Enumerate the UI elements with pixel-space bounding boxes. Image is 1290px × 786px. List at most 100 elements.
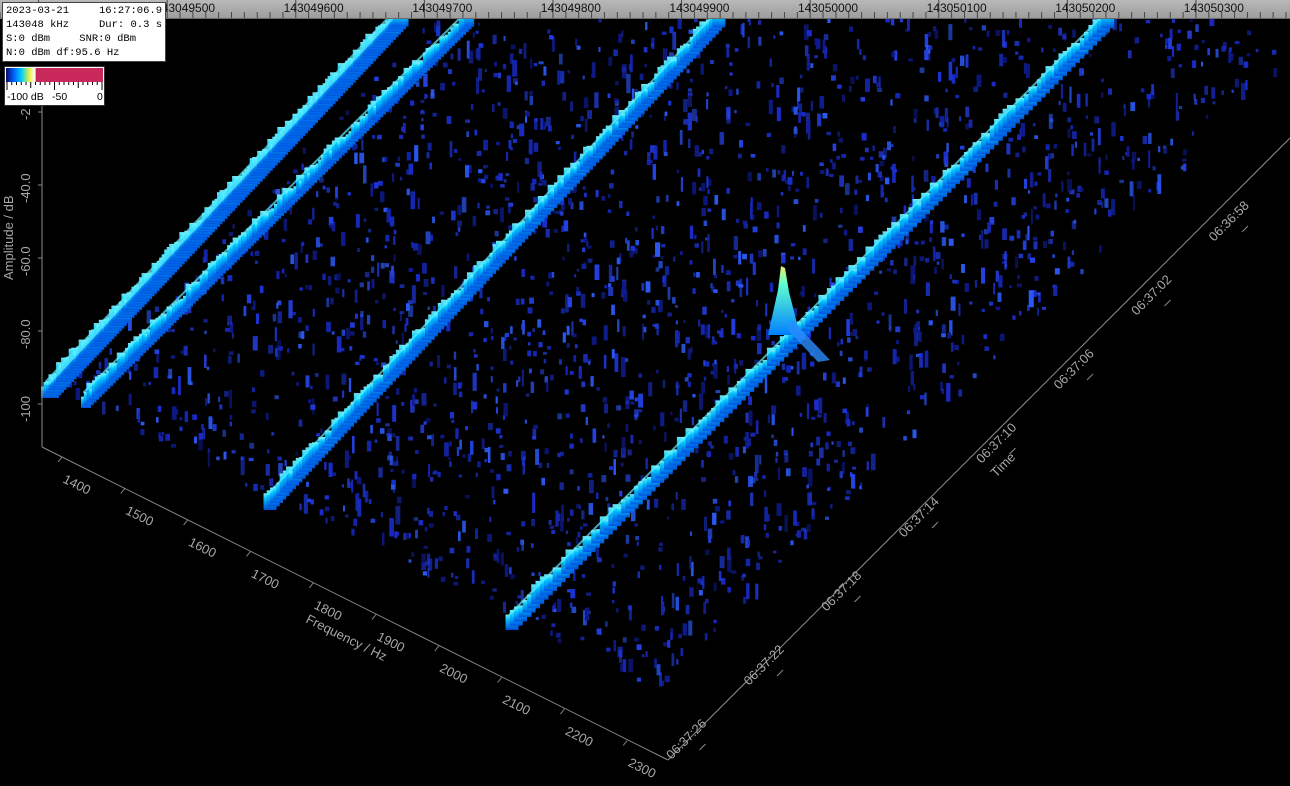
noise-spike <box>822 113 828 119</box>
time-tick-mark <box>1164 299 1171 307</box>
noise-spike <box>433 470 438 474</box>
noise-spike <box>326 297 330 308</box>
noise-spike <box>497 72 501 79</box>
noise-spike <box>634 637 639 642</box>
noise-spike <box>843 229 848 236</box>
noise-spike <box>817 397 823 414</box>
noise-spike <box>426 40 432 44</box>
noise-spike <box>837 131 841 137</box>
noise-spike <box>427 568 430 578</box>
waterfall-3d-view[interactable]: -2 -40.0 -60.0 -80.0 -100 1400 1500 1600 1700 18… <box>0 0 1290 781</box>
noise-spike <box>288 300 293 319</box>
noise-spike <box>634 414 638 421</box>
noise-spike <box>944 224 949 230</box>
noise-spike <box>503 179 507 183</box>
noise-spike <box>580 438 583 443</box>
noise-spike <box>449 441 452 447</box>
noise-spike <box>450 53 454 60</box>
noise-spike <box>538 342 543 348</box>
noise-spike <box>707 208 712 212</box>
noise-spike <box>1241 82 1246 100</box>
noise-spike <box>564 389 569 395</box>
noise-spike <box>719 131 725 145</box>
noise-spike <box>609 240 615 248</box>
noise-spike <box>877 87 882 92</box>
frequency-tick-label: 1400 <box>61 471 94 497</box>
noise-spike <box>801 285 805 298</box>
noise-spike <box>1176 43 1181 51</box>
waterfall-plot-canvas[interactable]: -2-40.0-60.0-80.0-100 140015001600170018… <box>0 0 1290 781</box>
noise-spike <box>1202 39 1205 44</box>
noise-spike <box>627 449 632 456</box>
noise-spike <box>704 516 707 532</box>
noise-spike <box>490 366 494 370</box>
noise-spike <box>469 297 473 302</box>
noise-spike <box>892 349 897 365</box>
noise-spike <box>198 433 203 440</box>
noise-spike <box>503 35 506 41</box>
noise-spike <box>519 123 525 137</box>
noise-spike <box>521 323 525 331</box>
noise-spike <box>266 412 269 420</box>
noise-spike <box>405 318 409 326</box>
noise-spike <box>446 116 452 124</box>
noise-spike <box>1171 46 1175 57</box>
noise-spike <box>347 279 351 283</box>
noise-spike <box>701 459 704 468</box>
noise-spike <box>364 490 369 503</box>
noise-spike <box>643 47 648 53</box>
noise-spike <box>319 177 324 183</box>
noise-spike <box>430 234 433 241</box>
noise-spike <box>525 111 530 117</box>
noise-spike <box>381 157 385 163</box>
noise-spike <box>743 223 748 229</box>
noise-spike <box>385 423 390 427</box>
time-tick-label: 06:37:26 <box>663 716 709 762</box>
noise-spike <box>449 547 455 554</box>
noise-spike <box>993 282 996 295</box>
frequency-ruler[interactable]: 143049500 143049600 143049700 143049800 1430… <box>0 0 1290 19</box>
noise-spike <box>542 330 546 336</box>
noise-spike <box>839 471 843 479</box>
noise-spike <box>1271 49 1277 55</box>
noise-spike <box>983 334 988 340</box>
time-tick-label: 06:37:02 <box>1128 272 1174 318</box>
noise-spike <box>663 152 668 157</box>
noise-spike <box>312 343 315 356</box>
noise-spike <box>415 529 418 539</box>
amplitude-tick-label: -40.0 <box>18 173 33 203</box>
noise-spike <box>1004 251 1007 270</box>
colorbar-legend[interactable]: -100 dB -50 0 <box>4 66 105 106</box>
noise-spike <box>299 287 303 291</box>
noise-spike <box>575 38 578 47</box>
noise-spike <box>408 436 414 441</box>
noise-spike <box>810 361 815 367</box>
noise-spike <box>489 469 495 473</box>
noise-spike <box>454 266 458 279</box>
noise-spike <box>796 361 800 375</box>
noise-spike <box>506 464 512 472</box>
noise-spike <box>689 587 694 597</box>
noise-spike <box>229 389 232 409</box>
noise-spike <box>580 115 584 122</box>
noise-spike <box>478 22 481 26</box>
noise-spike <box>581 574 586 578</box>
noise-spike <box>928 320 933 326</box>
noise-spike <box>796 530 801 538</box>
noise-spike <box>735 446 739 457</box>
noise-spike <box>298 344 302 349</box>
noise-spike <box>1127 50 1132 59</box>
noise-spike <box>378 467 383 478</box>
frequency-tick-mark <box>183 519 188 526</box>
frequency-tick-mark <box>371 614 377 620</box>
noise-spike <box>362 331 367 338</box>
noise-spike <box>392 433 396 438</box>
noise-spike <box>846 419 851 427</box>
noise-spike <box>345 514 349 518</box>
noise-spike <box>958 303 961 316</box>
noise-spike <box>710 445 714 449</box>
noise-spike <box>305 325 309 332</box>
noise-spike <box>1030 209 1033 225</box>
noise-spike <box>473 354 478 358</box>
noise-spike <box>305 285 310 290</box>
